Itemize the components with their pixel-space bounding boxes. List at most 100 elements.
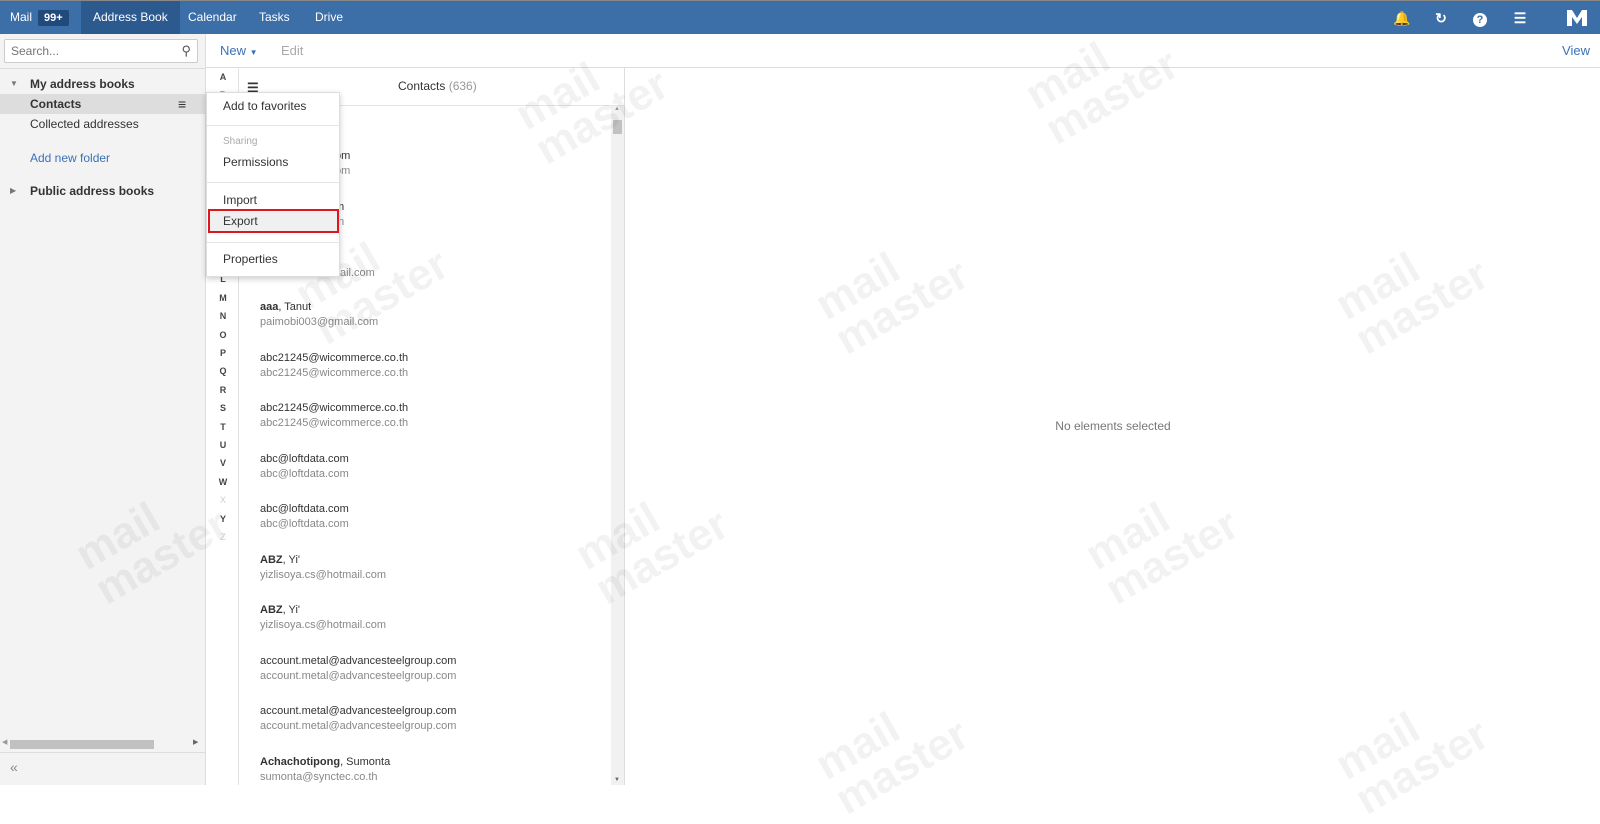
alphabet-letter-q[interactable]: Q: [207, 366, 239, 376]
add-new-folder-link[interactable]: Add new folder: [0, 148, 206, 168]
tab-mail[interactable]: Mail 99+: [0, 1, 79, 34]
tab-drive[interactable]: Drive: [305, 1, 353, 34]
unread-badge: 99+: [38, 10, 69, 26]
caret-down-icon: ▼: [249, 48, 258, 57]
search-box[interactable]: ⚲: [4, 39, 198, 63]
contact-first-name: abc21245@wicommerce.co.th: [260, 402, 409, 414]
hamburger-menu-icon[interactable]: ≡: [178, 94, 186, 114]
contacts-count: (636): [448, 79, 477, 93]
alphabet-letter-x[interactable]: X: [207, 495, 239, 505]
list-item[interactable]: ABZ, Yi' yizlisoya.cs@hotmail.com: [260, 603, 386, 633]
alphabet-letter-r[interactable]: R: [207, 385, 239, 395]
edit-button[interactable]: Edit: [281, 43, 303, 58]
menu-icon[interactable]: ☰: [1511, 9, 1529, 27]
scrollbar-thumb[interactable]: [613, 120, 622, 134]
contact-name: abc@loftdata.com: [260, 452, 349, 467]
contact-email: abc21245@wicommerce.co.th: [260, 417, 409, 429]
view-button[interactable]: View: [1562, 43, 1590, 58]
tab-tasks[interactable]: Tasks: [249, 1, 300, 34]
refresh-icon[interactable]: ↻: [1432, 9, 1450, 27]
address-book-context-menu: Add to favorites Sharing Permissions Imp…: [206, 92, 340, 277]
contact-name: ABZ, Yi': [260, 603, 386, 618]
list-item[interactable]: abc@loftdata.com abc@loftdata.com: [260, 502, 349, 532]
alphabet-letter-t[interactable]: T: [207, 422, 239, 432]
alphabet-letter-u[interactable]: U: [207, 440, 239, 450]
contact-name: account.metal@advancesteelgroup.com: [260, 704, 456, 719]
alphabet-letter-a[interactable]: A: [207, 72, 239, 82]
menu-separator: [207, 242, 339, 243]
list-item[interactable]: Achachotipong, Sumonta sumonta@synctec.co…: [260, 755, 390, 785]
list-item[interactable]: ail.com: [340, 266, 375, 281]
list-item[interactable]: aaa, Tanut paimobi003@gmail.com: [260, 300, 378, 330]
collected-label: Collected addresses: [30, 117, 139, 131]
menu-separator: [207, 125, 339, 126]
list-item[interactable]: account.metal@advancesteelgroup.com accou…: [260, 704, 456, 734]
contact-name: account.metal@advancesteelgroup.com: [260, 654, 456, 669]
contact-email: yizlisoya.cs@hotmail.com: [260, 568, 387, 581]
export-label: Export: [223, 214, 258, 228]
collapse-sidebar-button[interactable]: «: [10, 759, 18, 775]
new-button[interactable]: New ▼: [220, 43, 258, 58]
contact-name: aaa, Tanut: [260, 300, 378, 315]
menu-item-add-to-favorites[interactable]: Add to favorites: [223, 99, 306, 113]
alphabet-letter-y[interactable]: Y: [207, 514, 239, 524]
logo[interactable]: [1566, 9, 1588, 27]
alphabet-letter-p[interactable]: P: [207, 348, 239, 358]
bell-icon[interactable]: 🔔: [1393, 9, 1411, 27]
tab-address-book[interactable]: Address Book: [81, 1, 180, 34]
add-folder-label: Add new folder: [30, 151, 111, 165]
list-item[interactable]: ABZ, Yi' yizlisoya.cs@hotmail.com: [260, 553, 386, 583]
list-item[interactable]: abc21245@wicommerce.co.th abc21245@wicomm…: [260, 351, 408, 381]
toolbar: New ▼ Edit View: [206, 34, 1600, 68]
alphabet-letter-n[interactable]: N: [207, 311, 239, 321]
menu-section-sharing: Sharing: [223, 136, 258, 147]
new-label: New: [220, 43, 247, 58]
caret-right-icon: ▶: [10, 186, 17, 195]
my-address-books-toggle[interactable]: ▼ My address books: [0, 74, 206, 94]
top-navigation-bar: Mail 99+ Address Book Calendar Tasks Driv…: [0, 0, 1600, 34]
contact-first-name: account.metal@advancesteelgroup.com: [260, 705, 457, 717]
menu-item-permissions[interactable]: Permissions: [223, 155, 288, 169]
menu-item-import[interactable]: Import: [223, 193, 257, 207]
horizontal-scrollbar[interactable]: ◀ ▶: [0, 738, 205, 751]
contact-name: abc@loftdata.com: [260, 502, 349, 517]
divider: [0, 68, 206, 69]
list-item[interactable]: abc@loftdata.com abc@loftdata.com: [260, 452, 349, 482]
list-item[interactable]: account.metal@advancesteelgroup.com accou…: [260, 654, 456, 684]
search-input[interactable]: [5, 40, 165, 62]
contact-last-name: Achachotipong: [260, 755, 341, 768]
contacts-title: Contacts (636): [398, 79, 477, 93]
menu-item-export[interactable]: Export: [208, 209, 339, 233]
alphabet-letter-w[interactable]: W: [207, 477, 239, 487]
contact-last-name: aaa: [260, 301, 279, 313]
alphabet-letter-m[interactable]: M: [207, 293, 239, 303]
menu-item-properties[interactable]: Properties: [223, 252, 278, 266]
tab-calendar[interactable]: Calendar: [178, 1, 247, 34]
contact-first-name: , Tanut: [278, 301, 312, 313]
contact-first-name: abc@loftdata.com: [260, 452, 349, 465]
search-icon[interactable]: ⚲: [181, 43, 191, 59]
contact-name: abc21245@wicommerce.co.th: [260, 401, 408, 416]
contact-email: yizlisoya.cs@hotmail.com: [260, 619, 387, 631]
public-books-label: Public address books: [30, 184, 155, 198]
contact-email: abc21245@wicommerce.co.th: [260, 366, 409, 379]
sidebar-item-collected-addresses[interactable]: Collected addresses: [0, 114, 206, 134]
alphabet-letter-z[interactable]: Z: [207, 532, 239, 542]
contact-name: Achachotipong, Sumonta: [260, 755, 390, 770]
public-address-books-toggle[interactable]: ▶ Public address books: [0, 181, 206, 201]
empty-selection-message: No elements selected: [1055, 419, 1171, 433]
alphabet-letter-s[interactable]: S: [207, 403, 239, 413]
help-icon[interactable]: ?: [1471, 9, 1489, 27]
alphabet-letter-o[interactable]: O: [207, 330, 239, 340]
sidebar-item-contacts[interactable]: Contacts ≡: [0, 94, 206, 114]
contacts-label: Contacts: [30, 97, 82, 111]
caret-down-icon: ▼: [10, 79, 18, 88]
vertical-scrollbar[interactable]: ▲ ▼: [611, 106, 624, 785]
contact-first-name: , Yi': [282, 553, 300, 566]
my-address-books-label: My address books: [30, 77, 135, 91]
alphabet-letter-v[interactable]: V: [207, 458, 239, 468]
scrollbar-thumb[interactable]: [10, 740, 154, 749]
contact-name: abc21245@wicommerce.co.th: [260, 351, 408, 366]
contact-last-name: ABZ: [260, 604, 283, 616]
list-item[interactable]: abc21245@wicommerce.co.th abc21245@wicomm…: [260, 401, 408, 431]
